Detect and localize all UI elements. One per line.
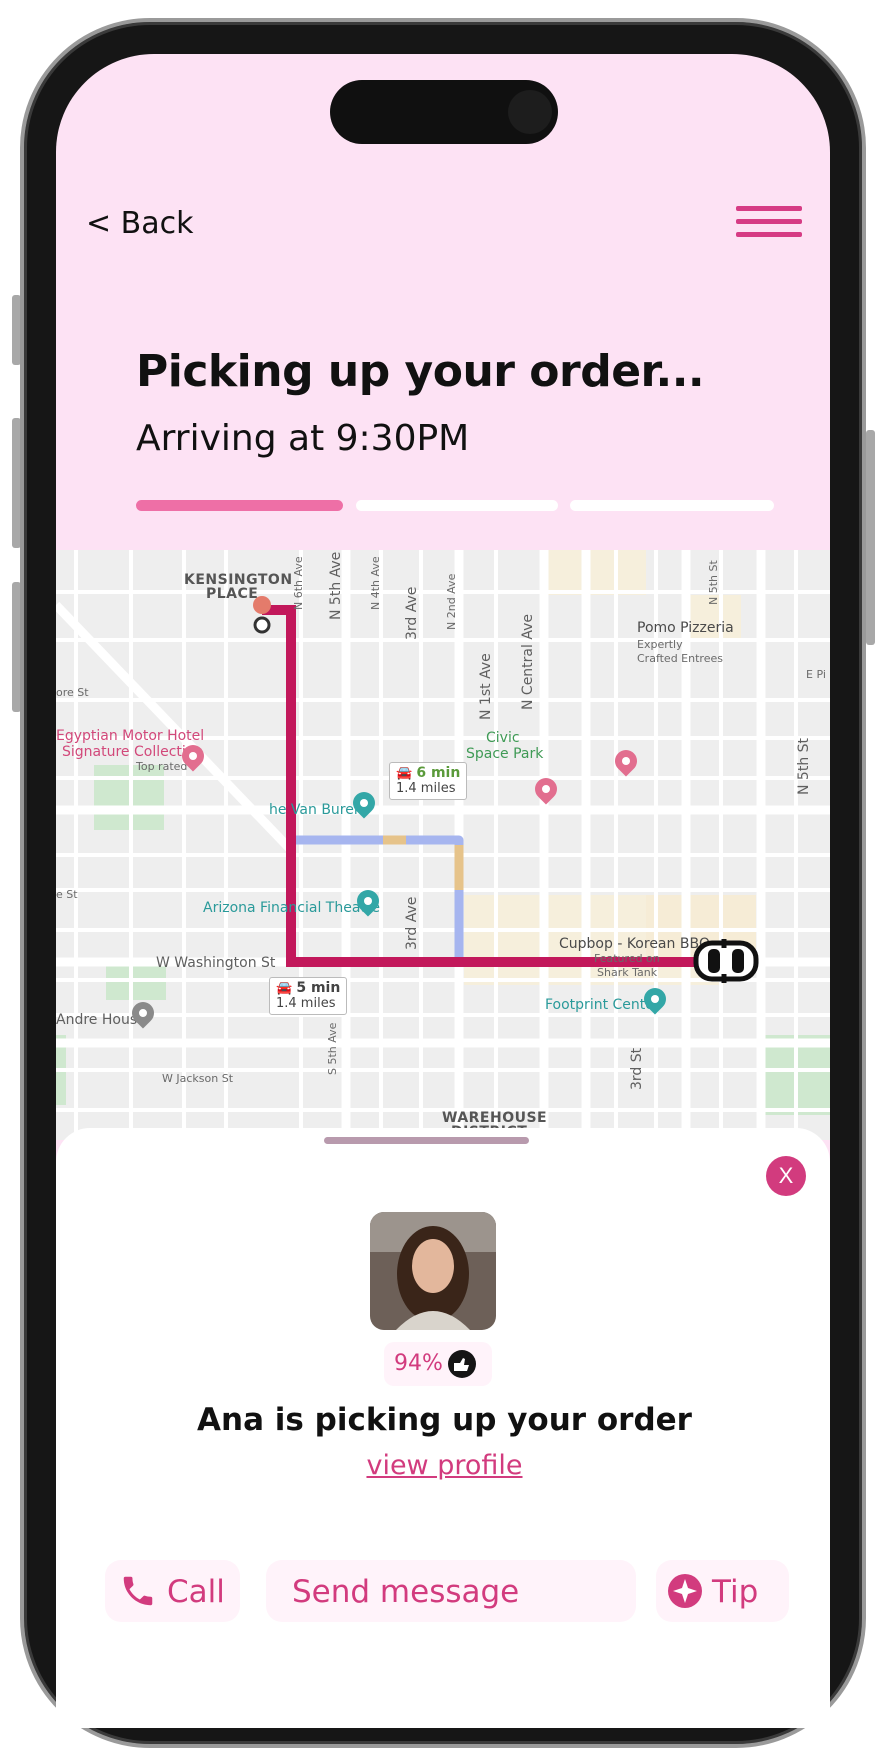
street-label: N 5th St — [707, 560, 720, 605]
place-vanburen-name: he Van Buren — [269, 802, 363, 818]
driver-rating: 94% — [394, 1351, 443, 1376]
sheet-grab-handle[interactable] — [324, 1137, 529, 1144]
send-message-button[interactable]: Send message — [266, 1560, 636, 1622]
place-pomo-line3: Crafted Entrees — [637, 652, 723, 665]
send-message-label: Send message — [292, 1574, 520, 1610]
street-label: N 5th St — [796, 737, 812, 795]
street-label: N 2nd Ave — [445, 573, 458, 630]
street-label: S 5th Ave — [326, 1022, 339, 1075]
street-label: e St — [56, 888, 78, 901]
page-title: Picking up your order... — [136, 346, 705, 397]
street-label: 3rd St — [629, 1047, 645, 1090]
place-pomo-line2: Expertly — [637, 638, 683, 651]
street-label: W Washington St — [156, 955, 276, 971]
place-theatre-name: Arizona Financial Theatre — [203, 900, 380, 916]
place-park-line2: Space Park — [466, 746, 544, 762]
map-graphics — [56, 550, 830, 1140]
tip-label: Tip — [712, 1574, 759, 1610]
arrival-time: Arriving at 9:30PM — [136, 418, 470, 459]
thumbs-up-icon — [448, 1350, 476, 1378]
car-icon: 🚘 — [396, 766, 413, 781]
area-label-place: PLACE — [206, 586, 259, 602]
place-park-name: Civic — [486, 730, 520, 746]
main-route-badge[interactable]: 🚘 5 min 1.4 miles — [269, 977, 348, 1015]
call-button[interactable]: Call — [105, 1560, 240, 1622]
place-cupbop-line3: Shark Tank — [597, 966, 658, 979]
back-button[interactable]: < Back — [86, 206, 194, 241]
power-button — [866, 430, 875, 645]
place-cupbop-name: Cupbop - Korean BBQ — [559, 936, 711, 952]
camera-lens — [508, 90, 552, 134]
place-footprint-name: Footprint Center — [545, 997, 660, 1013]
car-icon: 🚘 — [276, 981, 293, 996]
progress-step-3 — [570, 500, 774, 511]
phone-icon — [123, 1576, 153, 1606]
place-pomo-name: Pomo Pizzeria — [637, 620, 734, 636]
alt-route-distance: 1.4 miles — [396, 781, 456, 796]
street-label: N 1st Ave — [478, 653, 494, 720]
driver-avatar[interactable] — [370, 1212, 496, 1330]
street-label: E Pi — [806, 668, 826, 681]
street-label: N 5th Ave — [328, 551, 344, 620]
street-label: W Jackson St — [162, 1072, 234, 1085]
menu-icon[interactable] — [736, 206, 802, 240]
place-cupbop-line2: Featured on — [594, 952, 660, 965]
street-label: N 6th Ave — [292, 556, 305, 610]
courier-car-icon — [693, 939, 759, 983]
alt-route-time: 6 min — [416, 765, 461, 781]
place-hotel-line3: Top rated — [136, 760, 188, 773]
progress-step-1 — [136, 500, 343, 511]
progress-step-2 — [356, 500, 558, 511]
street-label: ore St — [56, 686, 89, 699]
street-label: 3rd Ave — [404, 896, 420, 950]
tip-star-icon — [668, 1574, 702, 1608]
alt-route-badge[interactable]: 🚘 6 min 1.4 miles — [389, 762, 468, 800]
main-route-time: 5 min — [296, 980, 341, 996]
street-label: 3rd Ave — [404, 586, 420, 640]
tip-button[interactable]: Tip — [656, 1560, 789, 1622]
main-route-distance: 1.4 miles — [276, 996, 336, 1011]
call-label: Call — [167, 1574, 225, 1610]
route-map[interactable]: KENSINGTON PLACE WAREHOUSE DISTRICT N 6t… — [56, 550, 830, 1140]
driver-headline: Ana is picking up your order — [197, 1402, 692, 1438]
place-hotel-name: Egyptian Motor Hotel — [56, 728, 205, 744]
close-button[interactable]: X — [766, 1156, 806, 1196]
street-label: N 4th Ave — [369, 556, 382, 610]
view-profile-link[interactable]: view profile — [0, 1450, 889, 1481]
street-label: N Central Ave — [520, 613, 536, 710]
